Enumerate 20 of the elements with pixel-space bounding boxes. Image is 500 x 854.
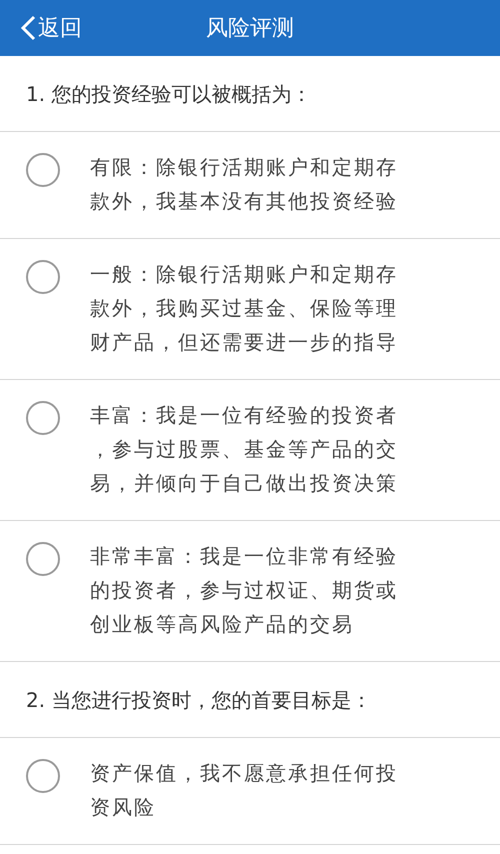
question-text: 1. 您的投资经验可以被概括为： <box>26 84 312 104</box>
answer-option[interactable]: 有限：除银行活期账户和定期存款外，我基本没有其他投资经验 <box>0 132 500 239</box>
radio-button[interactable] <box>26 759 60 793</box>
option-text: 非常丰富：我是一位非常有经验的投资者，参与过权证、期货或创业板等高风险产品的交易 <box>90 543 399 638</box>
answer-option[interactable]: 非常丰富：我是一位非常有经验的投资者，参与过权证、期货或创业板等高风险产品的交易 <box>0 521 500 662</box>
radio-button[interactable] <box>26 153 60 187</box>
answer-option[interactable]: 丰富：我是一位有经验的投资者，参与过股票、基金等产品的交易，并倾向于自己做出投资决策 <box>0 380 500 521</box>
option-text: 丰富：我是一位有经验的投资者，参与过股票、基金等产品的交易，并倾向于自己做出投资决策 <box>90 402 399 497</box>
radio-button[interactable] <box>26 542 60 576</box>
answer-option[interactable]: 资产保值，我不愿意承担任何投资风险 <box>0 738 500 845</box>
option-text: 一般：除银行活期账户和定期存款外，我购买过基金、保险等理财产品，但还需要进一步的指导 <box>90 261 399 356</box>
radio-button[interactable] <box>26 260 60 294</box>
radio-button[interactable] <box>26 401 60 435</box>
question-text: 2. 当您进行投资时，您的首要目标是： <box>26 690 372 710</box>
page-title: 风险评测 <box>206 16 294 41</box>
answer-option[interactable]: 一般：除银行活期账户和定期存款外，我购买过基金、保险等理财产品，但还需要进一步的指导 <box>0 239 500 380</box>
option-text: 有限：除银行活期账户和定期存款外，我基本没有其他投资经验 <box>90 154 399 215</box>
option-text: 资产保值，我不愿意承担任何投资风险 <box>90 760 399 821</box>
back-chevron-icon <box>20 15 36 41</box>
back-button[interactable]: 返回 <box>20 13 82 43</box>
